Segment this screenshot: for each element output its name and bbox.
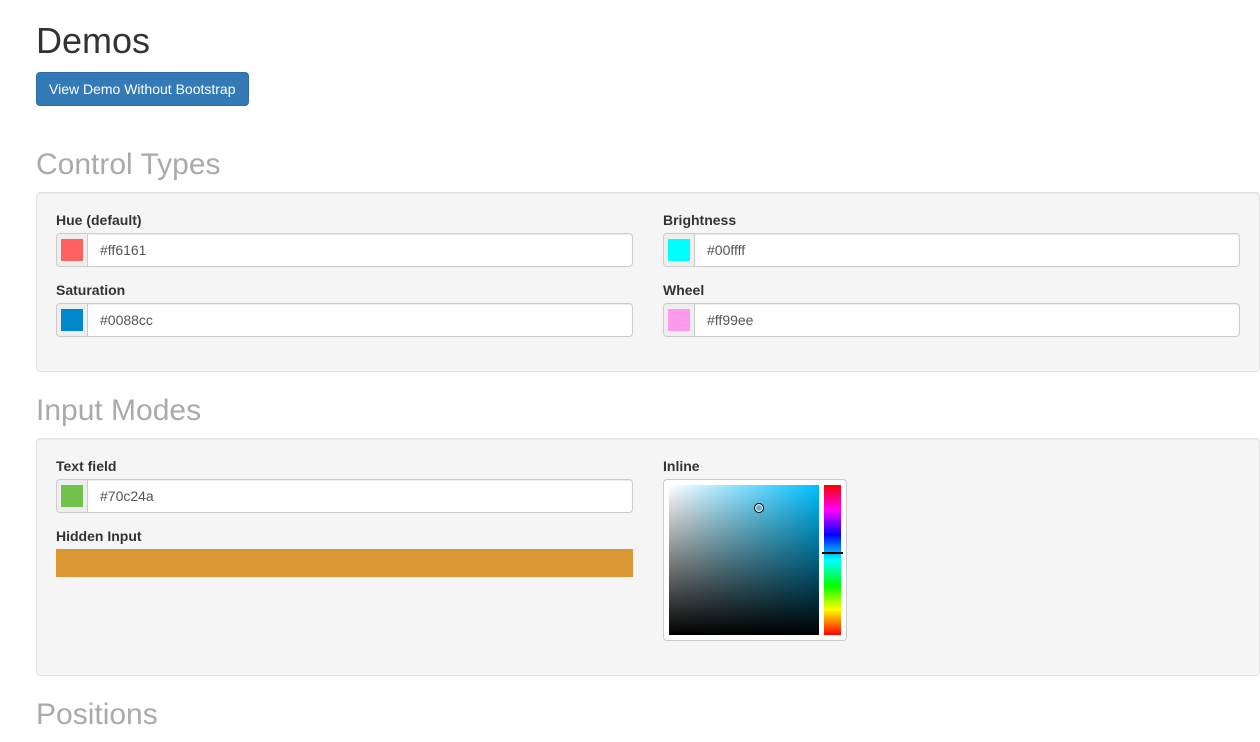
textfield-label: Text field	[56, 458, 116, 474]
saturation-label: Saturation	[56, 282, 125, 298]
sv-canvas[interactable]	[669, 485, 819, 635]
hue-slider[interactable]	[824, 485, 841, 635]
hidden-input-swatch[interactable]	[56, 549, 633, 577]
brightness-label: Brightness	[663, 212, 736, 228]
page-title: Demos	[36, 20, 1260, 62]
brightness-swatch-button[interactable]	[663, 233, 694, 267]
saturation-input[interactable]	[87, 303, 633, 337]
hidden-input-label: Hidden Input	[56, 528, 142, 544]
view-demo-button[interactable]: View Demo Without Bootstrap	[36, 72, 249, 106]
brightness-input[interactable]	[694, 233, 1240, 267]
hue-slider-handle[interactable]	[822, 552, 843, 554]
hue-input[interactable]	[87, 233, 633, 267]
textfield-swatch-button[interactable]	[56, 479, 87, 513]
textfield-input[interactable]	[87, 479, 633, 513]
wheel-swatch-button[interactable]	[663, 303, 694, 337]
saturation-swatch-button[interactable]	[56, 303, 87, 337]
input-modes-well: Text field Hidden Input Inline	[36, 438, 1260, 676]
control-types-well: Hue (default) Brightness	[36, 192, 1260, 372]
wheel-label: Wheel	[663, 282, 704, 298]
sv-val-layer	[669, 485, 819, 635]
textfield-swatch	[61, 485, 83, 507]
brightness-swatch	[668, 239, 690, 261]
hue-swatch	[61, 239, 83, 261]
hue-swatch-button[interactable]	[56, 233, 87, 267]
wheel-input[interactable]	[694, 303, 1240, 337]
input-modes-heading: Input Modes	[36, 394, 1260, 428]
hue-label: Hue (default)	[56, 212, 142, 228]
inline-label: Inline	[663, 458, 700, 474]
sv-picker-handle[interactable]	[754, 503, 764, 513]
positions-heading: Positions	[36, 698, 1260, 732]
inline-color-panel	[663, 479, 847, 641]
control-types-heading: Control Types	[36, 148, 1260, 182]
saturation-swatch	[61, 309, 83, 331]
wheel-swatch	[668, 309, 690, 331]
